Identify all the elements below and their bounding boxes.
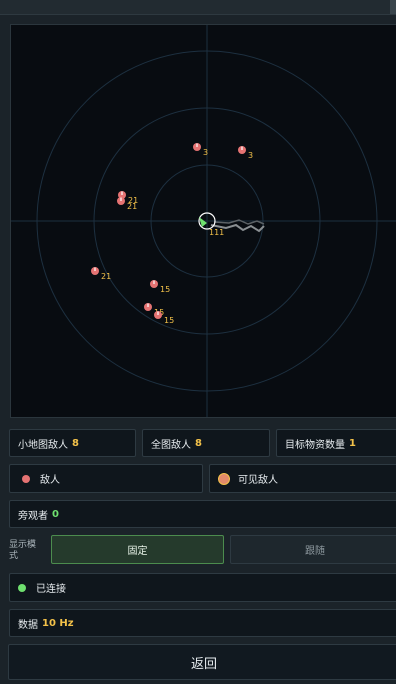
enemy-marker: 3: [238, 146, 253, 160]
top-bar-corner: [390, 0, 396, 14]
minimap-enemies-label: 小地图敌人: [18, 439, 68, 451]
legend-enemy: 敌人: [9, 464, 203, 493]
enemy-marker: 21: [91, 267, 111, 281]
spectators-panel: 旁观者 0: [9, 500, 396, 528]
enemy-layer: 33212121151515: [91, 143, 253, 325]
top-bar: [0, 0, 396, 15]
minimap-enemies-value: 8: [72, 437, 79, 449]
back-button[interactable]: 返回: [8, 644, 396, 680]
mode-follow-button[interactable]: 跟随: [230, 535, 396, 564]
target-items-label: 目标物资数量: [285, 439, 345, 451]
target-items-panel: 目标物资数量 1: [276, 429, 396, 457]
enemy-distance-label: 15: [164, 316, 174, 325]
target-items-value: 1: [349, 437, 356, 449]
mode-fixed-button[interactable]: 固定: [51, 535, 224, 564]
connection-dot-icon: [18, 583, 26, 592]
enemy-distance-label: 15: [160, 285, 170, 294]
minimap-enemies-panel: 小地图敌人 8: [9, 429, 136, 457]
global-enemies-label: 全图敌人: [151, 439, 191, 451]
player-label: 111: [209, 228, 224, 237]
spectators-value: 0: [52, 508, 59, 520]
data-rate-label: 数据: [18, 619, 38, 631]
connection-status: 已连接: [9, 573, 396, 602]
legend-enemy-label: 敌人: [40, 475, 60, 486]
visible-enemy-icon: [218, 472, 230, 485]
global-enemies-panel: 全图敌人 8: [142, 429, 270, 457]
radar-canvas: 111 33212121151515: [11, 25, 396, 417]
data-rate-value: 10 Hz: [42, 617, 74, 629]
enemy-distance-label: 21: [101, 272, 111, 281]
radar-map[interactable]: 111 33212121151515: [10, 24, 396, 418]
enemy-icon: [22, 474, 30, 483]
enemy-marker: 15: [150, 280, 170, 294]
legend-visible-enemy: 可见敌人: [209, 464, 396, 493]
enemy-marker: 3: [193, 143, 208, 157]
enemy-distance-label: 21: [127, 202, 137, 211]
legend-visible-enemy-label: 可见敌人: [238, 475, 278, 486]
enemy-distance-label: 3: [248, 151, 253, 160]
data-rate-panel: 数据 10 Hz: [9, 609, 396, 637]
display-mode-label: 显示模式: [9, 540, 37, 561]
enemy-distance-label: 3: [203, 148, 208, 157]
spectators-label: 旁观者: [18, 510, 48, 522]
connection-label: 已连接: [36, 584, 66, 595]
global-enemies-value: 8: [195, 437, 202, 449]
